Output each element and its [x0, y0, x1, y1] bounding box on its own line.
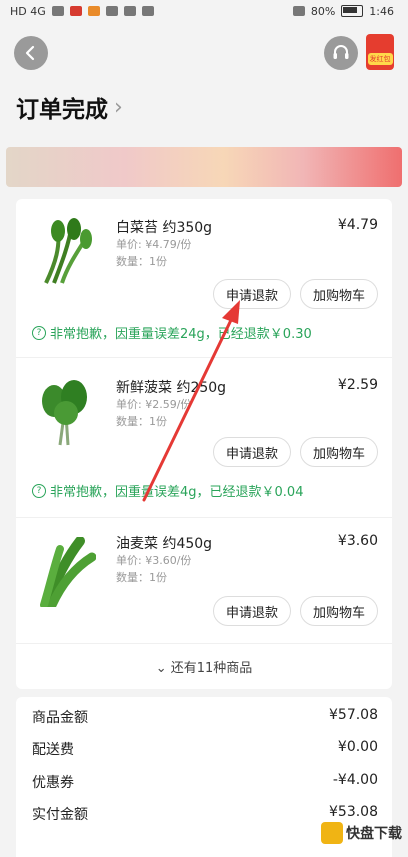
- top-bar: 发红包: [0, 30, 408, 80]
- divider: [16, 357, 392, 358]
- network-label: HD 4G: [10, 4, 46, 18]
- refund-notice: ? 非常抱歉，因重量误差24g，已经退款￥0.30: [32, 323, 382, 342]
- item-price: ¥3.60: [337, 533, 378, 549]
- item-name: 白菜苔 约350g: [116, 220, 213, 236]
- item-quantity: 数量：1份: [116, 571, 167, 584]
- delivery-label: 配送费: [32, 742, 74, 758]
- divider: [16, 517, 392, 518]
- item-unit-price: 单价: ¥3.60/份: [116, 554, 192, 567]
- item-price: ¥2.59: [337, 377, 378, 393]
- goods-amount-value: ¥57.08: [329, 707, 378, 723]
- status-bar: HD 4G 80% 1:46: [0, 0, 408, 22]
- page-title[interactable]: 订单完成 ›: [16, 90, 123, 124]
- watermark-text: 快盘下载: [346, 826, 402, 842]
- back-button[interactable]: [14, 36, 48, 70]
- question-icon: ?: [32, 325, 46, 340]
- summary-row-paid: 实付金额 ¥53.08: [32, 804, 378, 824]
- item-name: 新鲜菠菜 约250g: [116, 380, 227, 396]
- paid-value: ¥53.08: [329, 804, 378, 820]
- red-packet-label: 发红包: [367, 53, 393, 65]
- chevron-down-icon: ⌄: [155, 661, 167, 676]
- coupon-label: 优惠券: [32, 775, 74, 791]
- customer-service-button[interactable]: [324, 36, 358, 70]
- summary-row-goods: 商品金额 ¥57.08: [32, 707, 378, 727]
- app-notification-icon-2: [87, 6, 100, 16]
- item-price: ¥4.79: [337, 217, 378, 233]
- eye-icon: [292, 6, 305, 16]
- item-unit-price: 单价: ¥4.79/份: [116, 238, 192, 251]
- add-to-cart-button[interactable]: 加购物车: [300, 596, 378, 626]
- status-right: 80% 1:46: [292, 4, 394, 18]
- chevron-left-icon: [25, 45, 35, 61]
- watermark: 快盘下载: [321, 822, 402, 844]
- summary-row-coupon: 优惠券 -¥4.00: [32, 772, 378, 792]
- vegetable-image: [42, 380, 87, 446]
- show-more-items[interactable]: ⌄ 还有11种商品: [16, 657, 392, 676]
- message-icon: [141, 6, 154, 16]
- promo-banner[interactable]: [6, 147, 402, 187]
- settings-status-icon: [105, 6, 118, 16]
- item-quantity: 数量：1份: [116, 415, 167, 428]
- headset-icon: [333, 45, 349, 59]
- add-to-cart-button[interactable]: 加购物车: [300, 279, 378, 309]
- summary-row-delivery: 配送费 ¥0.00: [32, 739, 378, 759]
- goods-amount-label: 商品金额: [32, 710, 88, 726]
- refund-button[interactable]: 申请退款: [213, 596, 291, 626]
- status-left: HD 4G: [10, 5, 154, 18]
- refund-notice-text: 非常抱歉，因重量误差4g，已经退款￥0.04: [50, 485, 304, 500]
- add-to-cart-button[interactable]: 加购物车: [300, 437, 378, 467]
- watermark-logo-icon: [321, 822, 343, 844]
- item-name: 油麦菜 约450g: [116, 536, 213, 552]
- item-quantity: 数量：1份: [116, 255, 167, 268]
- clock: 1:46: [369, 4, 394, 18]
- divider: [16, 643, 392, 644]
- coupon-value: -¥4.00: [332, 772, 378, 788]
- refund-notice-text: 非常抱歉，因重量误差24g，已经退款￥0.30: [50, 327, 312, 342]
- order-items-card: 白菜苔 约350g ¥4.79 单价: ¥4.79/份 数量：1份 申请退款 加…: [16, 199, 392, 689]
- more-items-label: 还有11种商品: [170, 661, 253, 676]
- battery-icon: [341, 5, 364, 17]
- item-unit-price: 单价: ¥2.59/份: [116, 398, 192, 411]
- chevron-right-icon: ›: [114, 94, 123, 120]
- app-notification-icon: [69, 6, 82, 16]
- wifi-icon: [51, 6, 64, 16]
- refund-button[interactable]: 申请退款: [213, 437, 291, 467]
- refund-button[interactable]: 申请退款: [213, 279, 291, 309]
- refund-notice: ? 非常抱歉，因重量误差4g，已经退款￥0.04: [32, 481, 382, 500]
- vegetable-image: [40, 537, 96, 607]
- delivery-value: ¥0.00: [337, 739, 378, 755]
- vegetable-image: [44, 218, 92, 284]
- question-icon: ?: [32, 483, 46, 498]
- red-packet-button[interactable]: 发红包: [366, 34, 394, 70]
- paid-label: 实付金额: [32, 807, 88, 823]
- battery-percent: 80%: [310, 4, 336, 18]
- order-status-title: 订单完成: [16, 97, 108, 123]
- scissors-icon: [123, 6, 136, 16]
